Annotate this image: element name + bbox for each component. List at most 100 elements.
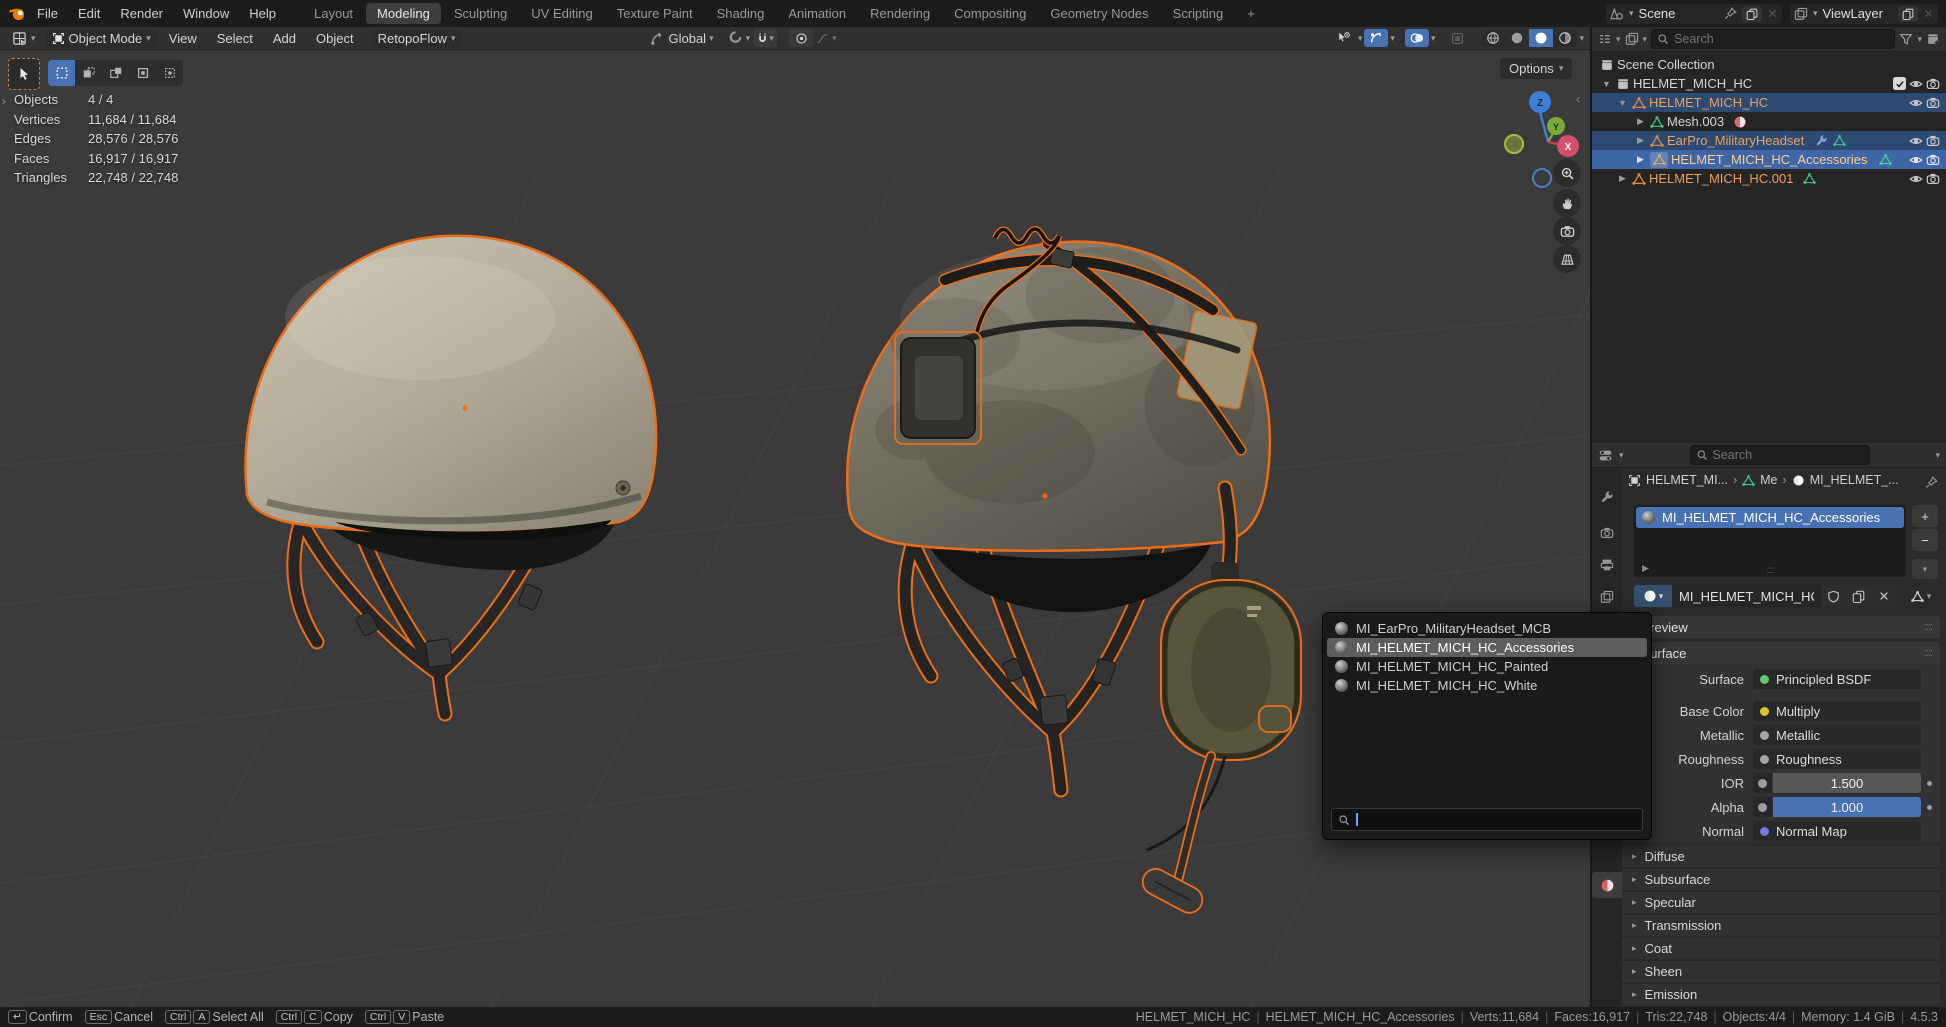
snap-target-icon[interactable] bbox=[728, 31, 743, 46]
breadcrumb-material[interactable]: MI_HELMET_... bbox=[1810, 473, 1899, 487]
expander-icon[interactable]: ▼ bbox=[1600, 79, 1613, 89]
viewport-menu-add[interactable]: Add bbox=[265, 29, 304, 48]
menu-render[interactable]: Render bbox=[111, 3, 172, 24]
tab-output[interactable] bbox=[1592, 552, 1622, 578]
shading-material-preview-button[interactable] bbox=[1529, 29, 1553, 47]
show-gizmos-toggle[interactable] bbox=[1364, 29, 1388, 47]
blender-logo-icon[interactable] bbox=[8, 5, 26, 23]
popup-item-accessories[interactable]: MI_HELMET_MICH_HC_Accessories bbox=[1327, 638, 1647, 657]
add-workspace-button[interactable]: + bbox=[1236, 3, 1266, 24]
panel-specular[interactable]: ▸Specular bbox=[1622, 891, 1940, 913]
select-extend-button[interactable] bbox=[75, 60, 102, 86]
menu-window[interactable]: Window bbox=[174, 3, 238, 24]
drag-handle-icon[interactable]: :::: bbox=[1924, 647, 1932, 659]
viewport-menu-object[interactable]: Object bbox=[308, 29, 362, 48]
camera-view-button[interactable] bbox=[1553, 217, 1581, 245]
tab-view-layer[interactable] bbox=[1592, 584, 1622, 610]
popup-item-earpro-mcb[interactable]: MI_EarPro_MilitaryHeadset_MCB bbox=[1327, 619, 1647, 638]
popup-item-white[interactable]: MI_HELMET_MICH_HC_White bbox=[1327, 676, 1647, 695]
breadcrumb-object[interactable]: HELMET_MI... bbox=[1646, 473, 1728, 487]
proportional-editing-toggle[interactable] bbox=[789, 29, 813, 47]
material-name-field[interactable]: MI_HELMET_MICH_HC_Accessori... bbox=[1672, 585, 1821, 607]
mode-selector[interactable]: Object Mode ▾ bbox=[46, 29, 157, 48]
select-subtract-button[interactable] bbox=[102, 60, 129, 86]
roughness-input[interactable]: Roughness bbox=[1753, 749, 1921, 769]
tab-layout[interactable]: Layout bbox=[303, 3, 364, 24]
tab-geometry-nodes[interactable]: Geometry Nodes bbox=[1039, 3, 1159, 24]
expander-icon[interactable]: ▶ bbox=[1616, 173, 1629, 184]
tab-tool[interactable] bbox=[1592, 484, 1622, 510]
shading-rendered-button[interactable] bbox=[1553, 29, 1577, 47]
snapping-toggle[interactable]: ▾ bbox=[753, 29, 777, 47]
helmet-camo-headset-object[interactable] bbox=[795, 190, 1340, 925]
tab-render[interactable] bbox=[1592, 520, 1622, 546]
base-color-input[interactable]: Multiply bbox=[1753, 701, 1921, 721]
viewport-menu-view[interactable]: View bbox=[161, 29, 205, 48]
outliner-row-object-helmet[interactable]: ▼ HELMET_MICH_HC bbox=[1592, 93, 1946, 112]
alpha-slider[interactable]: 1.000 bbox=[1773, 797, 1921, 817]
list-resize-handle[interactable]: :::: bbox=[1766, 565, 1773, 576]
viewport-options-button[interactable]: Options ▾ bbox=[1500, 58, 1572, 79]
tab-material[interactable] bbox=[1592, 872, 1622, 898]
new-collection-icon[interactable] bbox=[1926, 32, 1940, 46]
remove-slot-button[interactable]: − bbox=[1912, 529, 1938, 551]
breadcrumb-mesh[interactable]: Me bbox=[1760, 473, 1777, 487]
slot-expand-icon[interactable]: ▶ bbox=[1642, 563, 1649, 574]
properties-editor-icon[interactable] bbox=[1598, 448, 1613, 463]
viewlayer-icon[interactable] bbox=[1794, 7, 1808, 21]
shading-wireframe-button[interactable] bbox=[1481, 29, 1505, 47]
scene-name[interactable]: Scene bbox=[1639, 6, 1719, 21]
add-slot-button[interactable]: + bbox=[1912, 505, 1938, 527]
render-camera-icon[interactable] bbox=[1926, 134, 1940, 148]
render-camera-icon[interactable] bbox=[1926, 153, 1940, 167]
outliner-row-earpro-headset[interactable]: ▶ EarPro_MilitaryHeadset bbox=[1592, 131, 1946, 150]
outliner-row-helmet-accessories-active[interactable]: ▶ HELMET_MICH_HC_Accessories bbox=[1592, 150, 1946, 169]
chevron-down-icon[interactable]: ▾ bbox=[1629, 9, 1634, 18]
tab-sculpting[interactable]: Sculpting bbox=[443, 3, 518, 24]
tab-scripting[interactable]: Scripting bbox=[1162, 3, 1235, 24]
panel-subsurface[interactable]: ▸Subsurface bbox=[1622, 868, 1940, 890]
tab-modeling[interactable]: Modeling bbox=[366, 3, 441, 24]
outliner-row-scene-collection[interactable]: Scene Collection bbox=[1592, 55, 1946, 74]
browse-material-button[interactable]: ▾ bbox=[1634, 585, 1672, 607]
outliner-row-mesh-003[interactable]: ▶ Mesh.003 bbox=[1592, 112, 1946, 131]
hide-eye-icon[interactable] bbox=[1909, 96, 1923, 110]
tab-compositing[interactable]: Compositing bbox=[943, 3, 1037, 24]
active-tool-tweak-button[interactable] bbox=[8, 58, 40, 90]
panel-diffuse[interactable]: ▸Diffuse bbox=[1622, 845, 1940, 867]
material-slot-row[interactable]: MI_HELMET_MICH_HC_Accessories bbox=[1636, 507, 1904, 528]
unlink-material-button[interactable] bbox=[1871, 585, 1896, 607]
show-overlays-toggle[interactable] bbox=[1405, 29, 1429, 47]
preview-panel-header[interactable]: ▾Preview :::: bbox=[1622, 616, 1940, 638]
tab-texture-paint[interactable]: Texture Paint bbox=[606, 3, 704, 24]
fake-user-button[interactable] bbox=[1821, 585, 1846, 607]
pan-view-button[interactable] bbox=[1553, 189, 1581, 217]
zoom-view-button[interactable] bbox=[1553, 159, 1581, 187]
expander-icon[interactable]: ▶ bbox=[1634, 135, 1647, 146]
expander-icon[interactable]: ▼ bbox=[1616, 98, 1629, 108]
chevron-down-icon[interactable]: ▾ bbox=[1616, 35, 1621, 44]
viewport-menu-select[interactable]: Select bbox=[209, 29, 261, 48]
hide-eye-icon[interactable] bbox=[1909, 172, 1923, 186]
chevron-down-icon[interactable]: ▾ bbox=[709, 34, 714, 43]
surface-panel-header[interactable]: ▾Surface :::: bbox=[1622, 642, 1940, 664]
panel-coat[interactable]: ▸Coat bbox=[1622, 937, 1940, 959]
pin-icon[interactable] bbox=[1724, 7, 1737, 20]
panel-sheen[interactable]: ▸Sheen bbox=[1622, 960, 1940, 982]
scene-icon[interactable] bbox=[1610, 7, 1624, 21]
panel-emission[interactable]: ▸Emission bbox=[1622, 983, 1940, 1005]
hide-eye-icon[interactable] bbox=[1909, 134, 1923, 148]
outliner-row-helmet-001[interactable]: ▶ HELMET_MICH_HC.001 bbox=[1592, 169, 1946, 188]
hide-eye-icon[interactable] bbox=[1909, 153, 1923, 167]
chevron-down-icon[interactable]: ▾ bbox=[1813, 9, 1818, 18]
orthographic-view-button[interactable] bbox=[1553, 245, 1581, 273]
chevron-down-icon[interactable]: ▾ bbox=[1643, 35, 1648, 44]
render-camera-icon[interactable] bbox=[1926, 96, 1940, 110]
tab-rendering[interactable]: Rendering bbox=[859, 3, 941, 24]
properties-search-input[interactable] bbox=[1690, 445, 1870, 465]
retopoflow-menu[interactable]: RetopoFlow ▾ bbox=[372, 29, 462, 48]
slot-specials-button[interactable]: ▾ bbox=[1912, 559, 1938, 579]
outliner-search-input[interactable] bbox=[1651, 29, 1895, 49]
popup-search-field[interactable] bbox=[1331, 808, 1643, 831]
show-gizmo-object-toggle[interactable] bbox=[1332, 29, 1356, 47]
